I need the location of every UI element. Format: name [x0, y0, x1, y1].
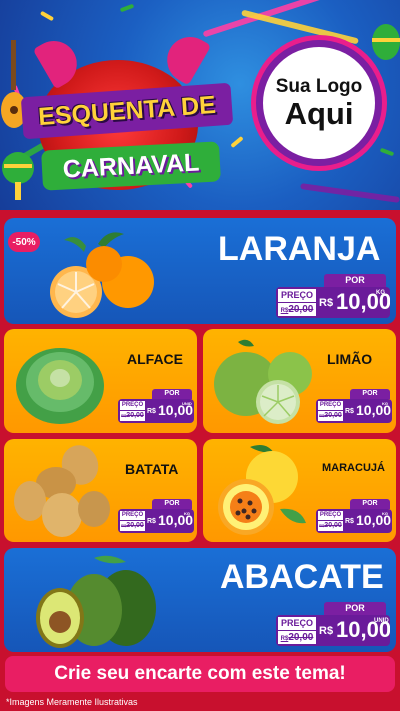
preco-label: PREÇO — [318, 401, 343, 410]
old-price-value: 20,00 — [288, 632, 314, 643]
unit-label: KG — [184, 511, 190, 516]
old-price-value: 20,00 — [288, 304, 314, 315]
currency-label: R$ — [345, 408, 354, 415]
price-box: PREÇO R$20,00 R$ 10,00 UNID — [118, 399, 194, 423]
old-price-value: 20,00 — [126, 412, 144, 419]
header-banner: ESQUENTA DE CARNAVAL Sua Logo Aqui — [0, 0, 400, 210]
price-tag-limao: POR PREÇO R$20,00 R$ 10,00 KG — [316, 389, 392, 425]
por-label: POR — [324, 602, 386, 615]
product-name-alface: ALFACE — [127, 351, 183, 367]
price-box: PREÇO R$20,00 R$ 10,00 KG — [276, 287, 390, 318]
product-name-laranja: LARANJA — [218, 230, 381, 268]
orange-icon — [50, 232, 154, 318]
lettuce-icon — [16, 348, 104, 424]
price-tag-alface: POR PREÇO R$20,00 R$ 10,00 UNID — [118, 389, 194, 425]
currency-label: R$ — [319, 625, 334, 637]
streamer-decoration — [241, 9, 359, 45]
unit-label: UNID — [374, 618, 389, 624]
por-label: POR — [350, 389, 390, 399]
confetti-decoration — [119, 3, 135, 13]
old-price-value: 20,00 — [324, 522, 342, 529]
title-line1: ESQUENTA DE — [37, 90, 217, 131]
currency-label: R$ — [345, 518, 354, 525]
lime-icon — [214, 339, 312, 424]
title-line2-banner: CARNAVAL — [41, 141, 221, 191]
old-price-value: 20,00 — [126, 522, 144, 529]
price-box: PREÇO R$20,00 R$ 10,00 KG — [316, 399, 392, 423]
product-name-limao: LIMÃO — [327, 351, 373, 367]
logo-line1: Sua Logo — [275, 75, 363, 97]
price-box: PREÇO R$20,00 R$ 10,00 KG — [118, 509, 194, 533]
streamer-decoration — [300, 183, 400, 203]
confetti-decoration — [39, 10, 55, 22]
price-tag-batata: POR PREÇO R$20,00 R$ 10,00 KG — [118, 499, 194, 535]
unit-label: KG — [382, 511, 388, 516]
preco-label: PREÇO — [120, 511, 145, 520]
unit-label: KG — [376, 290, 385, 296]
footer-disclaimer: *Imagens Meramente Ilustrativas — [6, 697, 138, 707]
por-label: POR — [350, 499, 390, 509]
product-name-maracuja: MARACUJÁ — [322, 462, 385, 474]
avocado-icon — [36, 555, 156, 648]
price-tag-laranja: POR PREÇO R$20,00 R$ 10,00 KG — [276, 274, 390, 318]
product-name-abacate: ABACATE — [220, 558, 384, 596]
potato-icon — [14, 445, 110, 537]
confetti-decoration — [230, 135, 244, 149]
price-tag-abacate: POR PREÇO R$20,00 R$ 10,00 UNID — [276, 602, 390, 646]
old-price: R$20,00 — [278, 631, 316, 644]
currency-label: R$ — [147, 518, 156, 525]
cta-banner[interactable]: Crie seu encarte com este tema! — [5, 656, 395, 692]
old-price: R$20,00 — [120, 521, 145, 531]
por-label: POR — [324, 274, 386, 287]
product-name-batata: BATATA — [125, 461, 179, 477]
old-price: R$20,00 — [318, 521, 343, 531]
preco-label: PREÇO — [278, 617, 316, 630]
price-tag-maracuja: POR PREÇO R$20,00 R$ 10,00 KG — [316, 499, 392, 535]
por-label: POR — [152, 389, 192, 399]
old-price: R$20,00 — [278, 303, 316, 316]
currency-label: R$ — [147, 408, 156, 415]
old-price-value: 20,00 — [324, 412, 342, 419]
unit-label: UNID — [182, 401, 192, 406]
discount-badge: -50% — [8, 232, 40, 252]
unit-label: KG — [382, 401, 388, 406]
title-line2: CARNAVAL — [62, 147, 200, 184]
confetti-decoration — [379, 147, 395, 157]
old-price: R$20,00 — [120, 411, 145, 421]
currency-label: R$ — [319, 297, 334, 309]
por-label: POR — [152, 499, 192, 509]
price-box: PREÇO R$20,00 R$ 10,00 UNID — [276, 615, 390, 646]
preco-label: PREÇO — [318, 511, 343, 520]
preco-label: PREÇO — [120, 401, 145, 410]
cta-label: Crie seu encarte com este tema! — [54, 663, 346, 684]
preco-label: PREÇO — [278, 289, 316, 302]
logo-placeholder: Sua Logo Aqui — [256, 40, 382, 166]
old-price: R$20,00 — [318, 411, 343, 421]
carnival-title-badge: ESQUENTA DE CARNAVAL — [18, 28, 234, 198]
logo-line2: Aqui — [284, 95, 354, 131]
passion-fruit-icon — [218, 445, 306, 535]
price-box: PREÇO R$20,00 R$ 10,00 KG — [316, 509, 392, 533]
